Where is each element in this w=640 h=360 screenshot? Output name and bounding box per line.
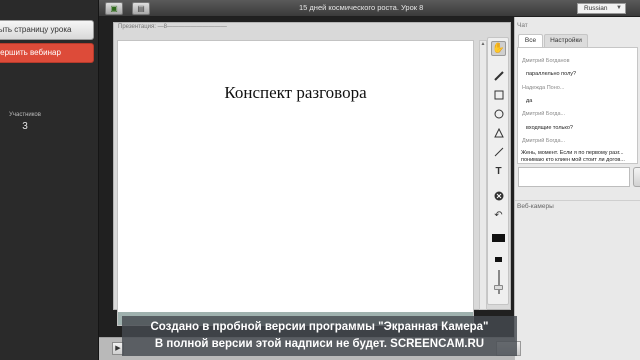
- line-icon: [494, 147, 503, 157]
- size-slider-handle[interactable]: [494, 285, 503, 290]
- pencil-icon: [493, 71, 504, 81]
- circle-icon: [494, 109, 503, 119]
- webinar-title: 15 дней космического роста. Урок 8: [299, 3, 424, 12]
- clear-icon: [494, 191, 503, 201]
- text-tool-button[interactable]: T: [491, 164, 506, 179]
- undo-icon: ↶: [494, 210, 503, 221]
- message-author: Дмитрий Богда...: [522, 111, 566, 117]
- end-webinar-button[interactable]: вершить вебинар: [0, 43, 94, 63]
- lock-icon: ▣: [110, 4, 118, 13]
- triangle-icon: [493, 128, 504, 138]
- presentation-slide[interactable]: Конспект разговора: [117, 40, 474, 326]
- message-text: параллельно полу?: [526, 71, 577, 77]
- chat-input[interactable]: [518, 167, 630, 187]
- divider: [515, 200, 640, 201]
- message-text: Жень, момент. Если я по первому разг... …: [521, 150, 625, 163]
- chat-header: Чат: [517, 22, 528, 29]
- color-swatch[interactable]: [492, 234, 505, 242]
- undo-tool-button[interactable]: ↶: [491, 208, 506, 223]
- line-tool-button[interactable]: [491, 145, 506, 160]
- participants-count: 3: [22, 121, 28, 132]
- line-thickness-icon[interactable]: [495, 257, 502, 262]
- language-select[interactable]: Russian ▼: [577, 3, 626, 14]
- chat-panel: Чат Все Настройки Дмитрий Богданов парал…: [514, 17, 640, 360]
- size-slider[interactable]: [498, 270, 500, 294]
- tab-all[interactable]: Все: [518, 34, 543, 47]
- drawing-toolbar: ✋ T ↶: [487, 37, 509, 305]
- language-value: Russian: [584, 5, 608, 12]
- tab-settings[interactable]: Настройки: [544, 34, 588, 47]
- clear-tool-button[interactable]: [491, 189, 506, 204]
- triangle-tool-button[interactable]: [491, 126, 506, 141]
- presentation-scrollbar[interactable]: ▲: [479, 40, 487, 310]
- circle-tool-button[interactable]: [491, 107, 506, 122]
- message-text: да: [526, 98, 533, 104]
- participants-label: Участников: [9, 112, 41, 118]
- hand-icon: ✋: [492, 43, 505, 54]
- webcams-label: Веб-камеры: [517, 203, 554, 210]
- message-text: входящие только?: [526, 125, 573, 131]
- pencil-tool-button[interactable]: [491, 69, 506, 84]
- lock-button[interactable]: ▣: [105, 2, 123, 15]
- watermark-overlay: Создано в пробной версии программы "Экра…: [122, 316, 517, 356]
- presentation-panel: Презентация: —8—————————— Конспект разго…: [113, 22, 511, 326]
- chevron-down-icon: ▼: [616, 5, 622, 11]
- top-bar: ▣ ▤ 15 дней космического роста. Урок 8 R…: [99, 0, 640, 17]
- watermark-line-1: Создано в пробной версии программы "Экра…: [150, 321, 489, 333]
- rectangle-tool-button[interactable]: [491, 88, 506, 103]
- message-author: Надежда Поно...: [522, 85, 565, 91]
- chat-messages: Дмитрий Богданов параллельно полу? Надеж…: [517, 47, 638, 164]
- watermark-line-2: В полной версии этой надписи не будет. S…: [154, 338, 485, 350]
- presentation-label: Презентация: —8——————————: [118, 24, 227, 30]
- scroll-up-icon[interactable]: ▲: [480, 41, 486, 48]
- rectangle-icon: [494, 90, 503, 100]
- send-button[interactable]: [633, 167, 640, 187]
- printer-icon: ▤: [137, 4, 145, 13]
- text-icon: T: [495, 166, 502, 177]
- open-lesson-page-button[interactable]: рыть страницу урока: [0, 20, 94, 40]
- message-author: Дмитрий Богданов: [522, 58, 570, 64]
- hand-tool-button[interactable]: ✋: [491, 41, 506, 56]
- play-icon: ▶: [115, 345, 121, 352]
- slide-title: Конспект разговора: [224, 83, 367, 102]
- print-button[interactable]: ▤: [132, 2, 150, 15]
- left-panel: рыть страницу урока вершить вебинар Учас…: [0, 0, 99, 360]
- message-author: Дмитрий Богда...: [522, 138, 566, 144]
